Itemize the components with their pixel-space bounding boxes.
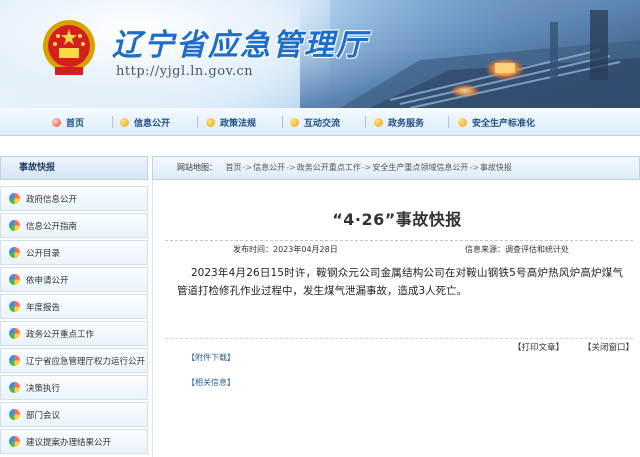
main-nav: 首页 信息公开 政策法规 互动交流 政务服务 安全生产标准化 [0, 108, 640, 136]
close-window-link[interactable]: 【关闭窗口】 [583, 341, 634, 353]
nav-item-info-disclosure[interactable]: 信息公开 [120, 114, 170, 130]
sidebar-item-annual-report[interactable]: 年度报告 [0, 294, 148, 319]
sidebar-item-label: 依申请公开 [26, 275, 69, 286]
nav-label: 安全生产标准化 [472, 118, 536, 129]
breadcrumb-label: 网站地图： [177, 163, 217, 172]
article-actions: 【打印文章】 【关闭窗口】 [165, 338, 634, 354]
sidebar-item-proposals[interactable]: 建议提案办理结果公开 [0, 429, 148, 454]
site-title: 辽宁省应急管理厅 [112, 28, 368, 63]
print-article-link[interactable]: 【打印文章】 [513, 341, 564, 353]
nav-item-interaction[interactable]: 互动交流 [290, 114, 340, 130]
sidebar-item-catalog[interactable]: 公开目录 [0, 240, 148, 265]
sidebar-item-decisions[interactable]: 决策执行 [0, 375, 148, 400]
sidebar-item-label: 建议提案办理结果公开 [26, 437, 112, 448]
breadcrumb-separator: -> [242, 163, 253, 172]
nav-bullet-icon [374, 117, 383, 127]
breadcrumb-separator: -> [361, 163, 372, 172]
sidebar-item-power-operation[interactable]: 辽宁省应急管理厅权力运行公开 [0, 348, 148, 373]
sidebar-item-label: 信息公开指南 [26, 221, 78, 232]
sidebar-item-on-request[interactable]: 依申请公开 [0, 267, 148, 292]
bullet-icon [9, 274, 20, 285]
nav-item-gov-services[interactable]: 政务服务 [374, 114, 424, 130]
nav-divider [365, 116, 366, 128]
breadcrumb-link[interactable]: 政务公开重点工作 [297, 163, 361, 172]
sidebar-item-label: 公开目录 [26, 248, 61, 259]
article-panel: “4·26”事故快报 发布时间：2023年04月28日 信息来源：调查评估和统计… [152, 180, 640, 457]
bullet-icon [9, 247, 20, 258]
nav-bullet-icon [458, 117, 467, 127]
nav-divider [282, 116, 283, 128]
publish-date: 发布时间：2023年04月28日 [233, 245, 338, 254]
breadcrumb-separator: -> [469, 163, 479, 172]
nav-item-safety-standards[interactable]: 安全生产标准化 [458, 114, 535, 130]
nav-divider [197, 116, 198, 128]
nav-bullet-icon [120, 117, 129, 127]
bullet-icon [9, 301, 20, 312]
bullet-icon [9, 328, 20, 339]
nav-label: 政策法规 [220, 118, 257, 129]
nav-bullet-icon [206, 117, 215, 127]
breadcrumb-link[interactable]: 信息公开 [253, 163, 285, 172]
nav-divider [448, 116, 449, 128]
national-emblem-icon [43, 20, 95, 75]
nav-label: 首页 [66, 118, 85, 129]
article-meta: 发布时间：2023年04月28日 信息来源：调查评估和统计处 [165, 240, 633, 256]
sidebar-menu: 政府信息公开 信息公开指南 公开目录 依申请公开 年度报告 政务公开重点工作 辽… [0, 186, 148, 456]
nav-item-home[interactable]: 首页 [52, 114, 84, 130]
bullet-icon [9, 382, 20, 393]
breadcrumb-link[interactable]: 首页 [226, 163, 242, 172]
nav-bullet-icon [52, 117, 61, 127]
bullet-icon [9, 193, 20, 204]
header-banner: 辽宁省应急管理厅 http://yjgl.ln.gov.cn [0, 0, 640, 108]
sidebar-item-label: 部门会议 [26, 410, 61, 421]
related-info-link[interactable]: 【相关信息】 [187, 377, 235, 388]
article-body: 2023年4月26日15时许，鞍钢众元公司金属结构公司在对鞍山钢铁5号高炉热风炉… [177, 267, 623, 297]
attachments-link[interactable]: 【附件下载】 [187, 352, 235, 363]
sidebar-item-gov-info[interactable]: 政府信息公开 [0, 186, 148, 211]
breadcrumb-link[interactable]: 事故快报 [480, 163, 512, 172]
sidebar-item-key-work[interactable]: 政务公开重点工作 [0, 321, 148, 346]
article-title: “4·26”事故快报 [332, 210, 462, 229]
nav-label: 互动交流 [304, 118, 341, 129]
nav-label: 政务服务 [388, 118, 425, 129]
sidebar-item-label: 政务公开重点工作 [26, 329, 95, 340]
nav-divider [112, 116, 113, 128]
sidebar-item-meetings[interactable]: 部门会议 [0, 402, 148, 427]
breadcrumb-link[interactable]: 安全生产重点领域信息公开 [372, 163, 468, 172]
sidebar-heading: 事故快报 [0, 156, 148, 180]
sidebar-item-label: 辽宁省应急管理厅权力运行公开 [26, 356, 146, 367]
info-source: 信息来源：调查评估和统计处 [465, 245, 569, 254]
sidebar-item-guide[interactable]: 信息公开指南 [0, 213, 148, 238]
bullet-icon [9, 220, 20, 231]
sidebar-item-label: 政府信息公开 [26, 194, 78, 205]
sidebar-item-label: 决策执行 [26, 383, 61, 394]
bullet-icon [9, 355, 20, 366]
nav-label: 信息公开 [134, 118, 171, 129]
breadcrumb: 网站地图： 首页->信息公开->政务公开重点工作->安全生产重点领域信息公开->… [152, 156, 640, 180]
nav-bullet-icon [290, 117, 299, 127]
sidebar-item-label: 年度报告 [26, 302, 61, 313]
site-url: http://yjgl.ln.gov.cn [116, 64, 254, 79]
bullet-icon [9, 409, 20, 420]
bullet-icon [9, 436, 20, 447]
nav-item-policies[interactable]: 政策法规 [206, 114, 256, 130]
breadcrumb-separator: -> [286, 163, 296, 172]
